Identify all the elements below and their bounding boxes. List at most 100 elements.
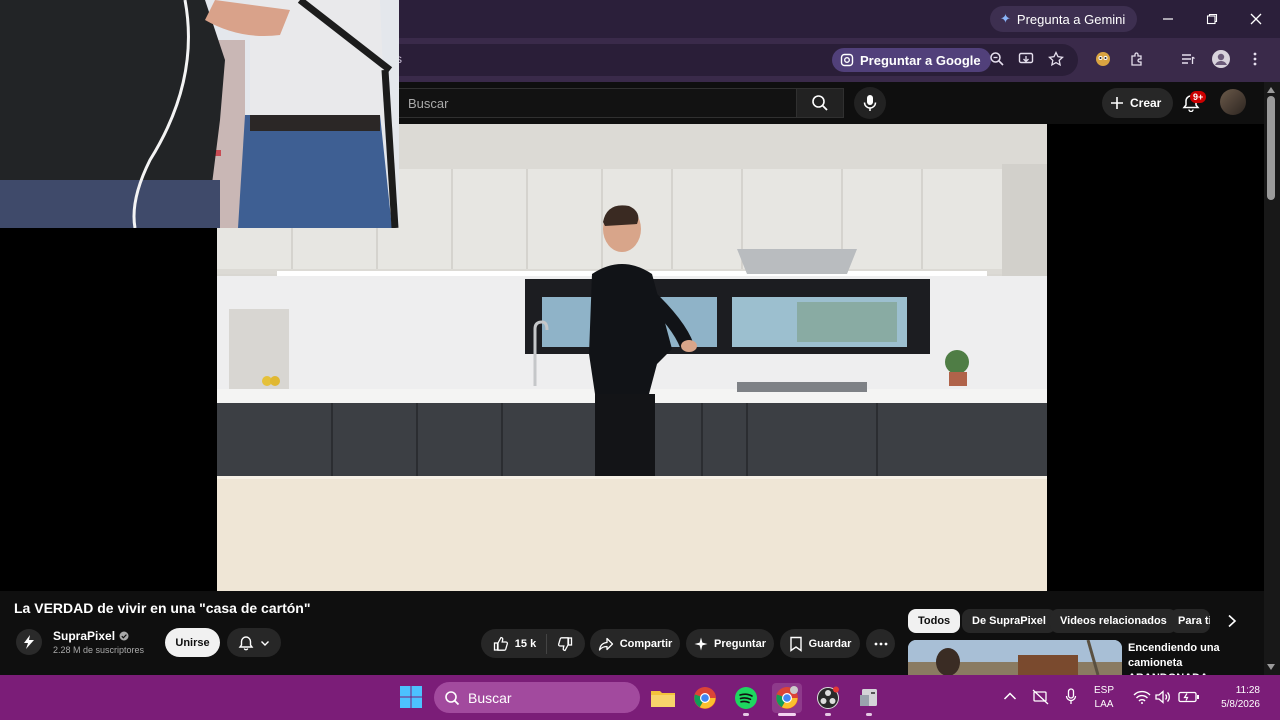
scroll-up-arrow-icon[interactable] [1266, 86, 1276, 94]
extensions-puzzle-icon[interactable] [1123, 45, 1151, 73]
lens-icon [840, 53, 854, 67]
webcam-overlay [0, 0, 399, 228]
restore-window-button[interactable] [1192, 6, 1232, 32]
restore-icon [1206, 13, 1218, 25]
channel-name: SupraPixel [53, 629, 116, 643]
video-title: La VERDAD de vivir en una "casa de cartó… [14, 600, 311, 616]
extension-mascot-icon[interactable] [1089, 45, 1117, 73]
share-button[interactable]: Compartir [590, 629, 680, 658]
close-icon [1250, 13, 1262, 25]
tray-overflow-chevron-icon[interactable] [1003, 691, 1017, 701]
wifi-icon[interactable] [1133, 690, 1151, 704]
lang-code: ESP [1094, 685, 1115, 696]
taskbar-search-label: Buscar [468, 689, 512, 706]
like-count: 15 k [514, 637, 537, 650]
like-dislike-group: 15 k [481, 629, 585, 658]
obs-icon[interactable] [813, 683, 843, 713]
notifications-badge: 9+ [1190, 91, 1207, 103]
tray-microphone-icon[interactable] [1065, 688, 1077, 706]
windows-start-icon[interactable] [399, 685, 423, 709]
save-label: Guardar [808, 637, 852, 650]
obs-running-indicator [825, 713, 831, 716]
like-divider [546, 633, 548, 654]
youtube-search-input[interactable]: Buscar [398, 88, 796, 118]
subscriber-count: 2.28 M de suscriptores [53, 645, 145, 655]
join-button[interactable]: Unirse [165, 628, 220, 657]
ask-button[interactable]: Preguntar [686, 629, 774, 658]
search-icon [812, 95, 828, 111]
minimize-window-button[interactable] [1148, 6, 1188, 32]
microphone-icon [863, 95, 877, 111]
active-app-indicator [778, 713, 796, 716]
create-button[interactable]: Crear [1102, 88, 1174, 118]
vm-running-indicator [866, 713, 872, 716]
more-actions-button[interactable] [866, 629, 895, 658]
profile-avatar-icon[interactable] [1207, 45, 1235, 73]
chevron-down-icon [261, 640, 269, 646]
reading-list-icon[interactable] [1174, 45, 1202, 73]
clock-date: 5/8/2026 [1221, 699, 1260, 710]
webcam-frame [0, 0, 399, 228]
thumbs-up-icon [493, 636, 508, 651]
clock-time: 11:28 [1235, 685, 1260, 696]
input-language-indicator[interactable]: ESP LAA [1094, 684, 1114, 712]
battery-icon[interactable] [1178, 690, 1200, 704]
file-explorer-icon[interactable] [648, 683, 678, 713]
lang-layout: LAA [1094, 699, 1114, 710]
search-placeholder: Buscar [408, 95, 449, 111]
install-app-icon[interactable] [1012, 45, 1040, 73]
spotify-running-indicator [743, 713, 749, 716]
volume-icon[interactable] [1155, 690, 1171, 704]
verified-check-icon [119, 631, 129, 641]
chrome-app-icon[interactable] [690, 683, 720, 713]
sparkle-icon [694, 637, 708, 650]
gemini-button[interactable]: ✦ Pregunta a Gemini [990, 6, 1138, 32]
share-label: Compartir [619, 637, 673, 650]
save-button[interactable]: Guardar [780, 629, 860, 658]
chips-next-button[interactable] [1220, 609, 1244, 633]
ask-google-button[interactable]: Preguntar a Google [832, 48, 991, 72]
create-label: Crear [1130, 96, 1162, 110]
channel-avatar[interactable] [16, 629, 42, 655]
close-window-button[interactable] [1236, 6, 1276, 32]
bookmark-icon [789, 636, 802, 652]
chip-todos[interactable]: Todos [908, 609, 961, 633]
chevron-right-icon [1228, 614, 1237, 628]
channel-name-link[interactable]: SupraPixel [53, 629, 129, 643]
virtual-machine-icon[interactable] [854, 683, 884, 713]
suprapixel-logo-icon [24, 635, 34, 649]
scroll-down-arrow-icon[interactable] [1266, 663, 1276, 671]
minimize-icon [1163, 18, 1173, 20]
voice-search-button[interactable] [854, 87, 886, 119]
plus-icon [1111, 97, 1123, 109]
ask-google-label: Preguntar a Google [860, 52, 981, 68]
windows-taskbar [0, 675, 1280, 720]
player-letterbox-right [1047, 124, 1264, 591]
scrollbar-thumb[interactable] [1267, 96, 1275, 200]
spotify-icon[interactable] [731, 683, 761, 713]
gemini-sparkle-icon: ✦ [1000, 11, 1011, 26]
taskbar-search[interactable]: Buscar [434, 682, 640, 713]
chrome-profile-app-icon[interactable] [772, 683, 802, 713]
dislike-button[interactable] [557, 636, 573, 652]
more-horizontal-icon [874, 642, 887, 645]
network-disconnected-icon[interactable] [1032, 689, 1050, 705]
taskbar-clock[interactable]: 11:28 5/8/2026 [1206, 684, 1260, 712]
youtube-account-avatar[interactable] [1220, 89, 1246, 115]
youtube-search-button[interactable] [796, 88, 844, 118]
chip-de-suprapixel[interactable]: De SupraPixel [962, 609, 1056, 633]
thumbs-down-icon [558, 636, 573, 651]
bell-icon [238, 635, 254, 650]
like-button[interactable]: 15 k [493, 636, 536, 652]
ask-label: Preguntar [714, 637, 766, 650]
chip-para-ti[interactable]: Para ti [1170, 609, 1210, 633]
subscription-notifications-button[interactable] [227, 628, 281, 657]
chip-videos-relacionados[interactable]: Videos relacionados [1050, 609, 1177, 633]
recommendation-thumbnail[interactable] [908, 640, 1122, 675]
zoom-icon[interactable] [983, 45, 1011, 73]
gemini-label: Pregunta a Gemini [1016, 11, 1126, 27]
bookmark-star-icon[interactable] [1042, 45, 1070, 73]
search-icon [445, 690, 460, 705]
chrome-menu-icon[interactable] [1241, 45, 1269, 73]
share-arrow-icon [598, 637, 613, 651]
